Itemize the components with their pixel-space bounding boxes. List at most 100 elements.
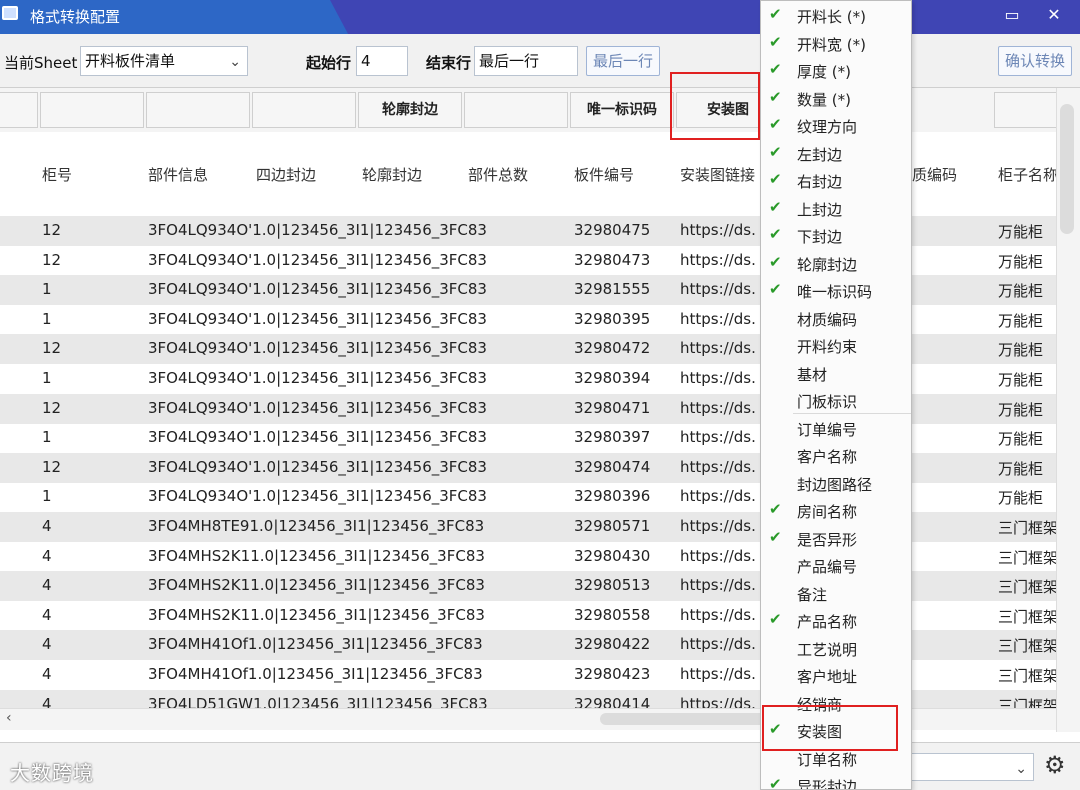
cell-board-number: 32980571 <box>574 517 651 535</box>
menu-item-label: 产品编号 <box>797 558 858 576</box>
cell-part-info: 3FO4MHS2K11.0|123456_3I1|123456_3FC83 <box>148 576 485 595</box>
end-row-label: 结束行 <box>426 54 472 72</box>
mapping-cell-unique-id[interactable]: 唯一标识码 <box>570 92 674 128</box>
menu-item[interactable]: ✔ 数量 (*) <box>761 85 911 112</box>
menu-item[interactable]: 客户地址 <box>761 662 911 689</box>
menu-item[interactable]: ✔ 厚度 (*) <box>761 57 911 84</box>
cell-install-link: https://ds. <box>680 605 756 624</box>
menu-item-label: 客户地址 <box>797 668 858 686</box>
end-row-input[interactable]: 最后一行 <box>474 46 578 76</box>
check-icon: ✔ <box>769 142 782 161</box>
cell-part-info: 3FO4MHS2K11.0|123456_3I1|123456_3FC83 <box>148 546 485 565</box>
confirm-convert-button[interactable]: 确认转换 <box>998 46 1072 76</box>
sheet-select[interactable]: 开料板件清单 ⌄ <box>80 46 248 76</box>
menu-item[interactable]: ✔ 轮廓封边 <box>761 250 911 277</box>
menu-item[interactable]: ✔ 开料长 (*) <box>761 2 911 29</box>
menu-item-label: 房间名称 <box>797 503 858 521</box>
menu-item[interactable]: 客户名称 <box>761 442 911 469</box>
cell-part-info: 3FO4LQ934O'1.0|123456_3I1|123456_3FC83 <box>148 398 487 417</box>
check-icon: ✔ <box>769 5 782 23</box>
cell-install-link: https://ds. <box>680 309 756 328</box>
check-icon: ✔ <box>769 32 782 51</box>
cell-cabinet: 4 <box>42 546 52 565</box>
menu-item[interactable]: ✔ 是否异形 <box>761 525 911 552</box>
menu-item[interactable]: 订单编号 <box>761 415 911 442</box>
menu-item[interactable]: ✔ 上封边 <box>761 195 911 222</box>
cell-part-info: 3FO4LQ934O'1.0|123456_3I1|123456_3FC83 <box>148 487 487 506</box>
menu-item[interactable]: 封边图路径 <box>761 470 911 497</box>
vertical-scrollbar[interactable] <box>1056 88 1080 732</box>
cell-board-number: 32980513 <box>574 576 651 595</box>
mapping-cell[interactable] <box>40 92 144 128</box>
vertical-scroll-thumb[interactable] <box>1060 104 1074 234</box>
menu-item[interactable]: ✔ 左封边 <box>761 140 911 167</box>
menu-item[interactable]: ✔ 房间名称 <box>761 497 911 524</box>
menu-item[interactable]: 工艺说明 <box>761 635 911 662</box>
cell-part-info: 3FO4LQ934O'1.0|123456_3I1|123456_3FC83 <box>148 457 487 476</box>
menu-item-label: 数量 (*) <box>797 90 851 109</box>
menu-item-label: 封边图路径 <box>797 475 873 494</box>
mapping-cell[interactable] <box>0 92 38 128</box>
maximize-button[interactable]: ▭ <box>992 0 1032 34</box>
menu-item-label: 订单编号 <box>797 420 858 439</box>
mapping-cell-contour-edge[interactable]: 轮廓封边 <box>358 92 462 128</box>
menu-item[interactable]: 开料约束 <box>761 332 911 359</box>
cell-board-number: 32980474 <box>574 457 651 476</box>
start-row-input[interactable]: 4 <box>356 46 408 76</box>
gear-icon[interactable]: ⚙ <box>1044 751 1066 779</box>
column-header-part-total: 部件总数 <box>468 166 529 184</box>
cell-install-link: https://ds. <box>680 369 756 387</box>
menu-item[interactable]: 材质编码 <box>761 305 911 332</box>
menu-item-label: 开料宽 (*) <box>797 35 866 54</box>
menu-item-label: 开料长 (*) <box>797 8 866 26</box>
cell-part-info: 3FO4MH41Of1.0|123456_3I1|123456_3FC83 <box>148 665 483 683</box>
check-icon: ✔ <box>769 610 782 628</box>
menu-item[interactable]: ✔ 下封边 <box>761 222 911 249</box>
check-icon: ✔ <box>769 775 782 790</box>
cell-cabinet-name: 三门框架 <box>998 548 1059 567</box>
cell-board-number: 32981555 <box>574 280 651 299</box>
menu-item[interactable]: ✔ 右封边 <box>761 167 911 194</box>
mapping-cell[interactable] <box>464 92 568 128</box>
cell-board-number: 32980473 <box>574 250 651 269</box>
cell-cabinet: 1 <box>42 369 52 387</box>
column-header-cabinet-name: 柜子名称 <box>998 166 1059 184</box>
menu-item[interactable]: 产品编号 <box>761 552 911 579</box>
cell-cabinet-name: 三门框架 <box>998 578 1059 597</box>
mapping-cell[interactable] <box>146 92 250 128</box>
menu-item[interactable]: ✔ 异形封边 <box>761 772 911 790</box>
cell-part-info: 3FO4LQ934O'1.0|123456_3I1|123456_3FC83 <box>148 221 487 239</box>
cell-board-number: 32980475 <box>574 221 651 239</box>
check-icon: ✔ <box>769 60 782 78</box>
column-header-install-link: 安装图链接 <box>680 166 756 184</box>
close-button[interactable]: ✕ <box>1034 0 1074 34</box>
menu-item[interactable]: 门板标识 <box>761 387 911 414</box>
cell-cabinet: 4 <box>42 517 52 535</box>
highlight-box-header <box>670 72 760 140</box>
menu-item[interactable]: ✔ 纹理方向 <box>761 112 911 139</box>
menu-item[interactable]: ✔ 产品名称 <box>761 607 911 634</box>
menu-item-label: 开料约束 <box>797 338 858 356</box>
column-header-contour-edge: 轮廓封边 <box>362 166 423 184</box>
menu-item[interactable]: ✔ 唯一标识码 <box>761 277 911 304</box>
last-row-button[interactable]: 最后一行 <box>586 46 660 76</box>
window-title: 格式转换配置 <box>30 8 121 26</box>
menu-item[interactable]: ✔ 开料宽 (*) <box>761 30 911 57</box>
menu-item-label: 客户名称 <box>797 448 858 466</box>
mapping-cell[interactable] <box>994 92 1064 128</box>
column-header-material-code: 质编码 <box>912 166 958 184</box>
scroll-left-icon[interactable]: ‹ <box>6 710 12 726</box>
column-header-cabinet: 柜号 <box>42 166 73 184</box>
app-icon <box>2 6 18 20</box>
mapping-cell[interactable] <box>252 92 356 128</box>
cell-cabinet: 12 <box>42 339 62 358</box>
menu-item[interactable]: 备注 <box>761 580 911 607</box>
cell-install-link: https://ds. <box>680 546 756 565</box>
bottom-select[interactable]: ⌄ <box>910 753 1034 781</box>
cell-cabinet-name: 三门框架 <box>998 519 1059 537</box>
sheet-select-value: 开料板件清单 <box>85 52 176 70</box>
menu-item-label: 上封边 <box>797 200 843 219</box>
menu-item[interactable]: 基材 <box>761 360 911 387</box>
cell-install-link: https://ds. <box>680 398 756 417</box>
horizontal-scroll-thumb[interactable] <box>600 713 770 725</box>
